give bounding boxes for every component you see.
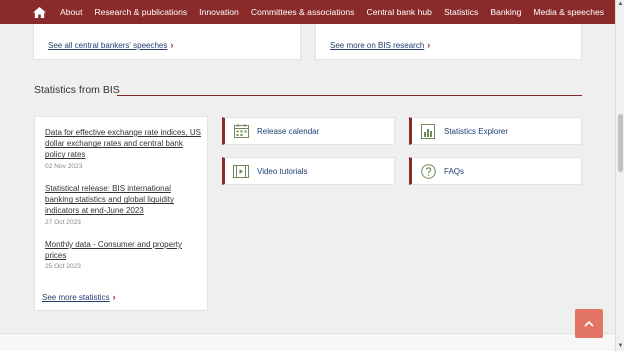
- nav-media-speeches[interactable]: Media & speeches: [527, 0, 610, 24]
- nav-about[interactable]: About: [54, 0, 88, 24]
- section-divider: [117, 95, 582, 96]
- top-navigation: About Research & publications Innovation…: [0, 0, 615, 24]
- release-calendar-tile[interactable]: Release calendar: [222, 117, 395, 145]
- see-more-research-label: See more on BIS research: [330, 41, 425, 50]
- calendar-icon: [233, 123, 249, 139]
- section-title: Statistics from BIS: [34, 84, 120, 96]
- faqs-tile[interactable]: FAQs: [409, 157, 582, 185]
- research-card: See more on BIS research ›: [315, 24, 582, 60]
- home-button[interactable]: [24, 0, 54, 24]
- nav-central-bank-hub[interactable]: Central bank hub: [360, 0, 437, 24]
- chevron-right-icon: ›: [427, 40, 431, 50]
- scroll-up-icon[interactable]: ▲: [617, 1, 624, 8]
- statistics-list-card: Data for effective exchange rate indices…: [34, 116, 208, 311]
- nav-innovation[interactable]: Innovation: [193, 0, 245, 24]
- chevron-right-icon: ›: [112, 292, 116, 302]
- list-item-title-link[interactable]: Statistical release: BIS international b…: [45, 183, 201, 217]
- question-icon: [420, 163, 436, 179]
- page-scrollbar[interactable]: ▲ ▼: [615, 0, 624, 351]
- back-to-top-button[interactable]: [575, 309, 603, 338]
- list-item: Data for effective exchange rate indices…: [45, 127, 201, 170]
- video-tutorials-label: Video tutorials: [257, 166, 308, 176]
- nav-research-publications[interactable]: Research & publications: [88, 0, 193, 24]
- see-all-speeches-label: See all central bankers' speeches: [48, 41, 168, 50]
- list-item-date: 02 Nov 2023: [45, 162, 83, 170]
- scrollbar-thumb[interactable]: [618, 114, 623, 172]
- footer-area: [0, 334, 615, 351]
- nav-statistics[interactable]: Statistics: [438, 0, 484, 24]
- scroll-down-icon[interactable]: ▼: [617, 343, 624, 350]
- list-item: Monthly data - Consumer and property pri…: [45, 239, 201, 270]
- speeches-card: See all central bankers' speeches ›: [33, 24, 301, 60]
- home-icon: [32, 6, 46, 18]
- video-tutorials-tile[interactable]: Video tutorials: [222, 157, 395, 185]
- statistics-explorer-label: Statistics Explorer: [444, 126, 509, 136]
- chevron-right-icon: ›: [170, 40, 174, 50]
- faqs-label: FAQs: [444, 166, 465, 176]
- chart-icon: [420, 123, 436, 139]
- statistics-explorer-tile[interactable]: Statistics Explorer: [409, 117, 582, 145]
- see-more-research-link[interactable]: See more on BIS research ›: [330, 40, 430, 50]
- list-item-date: 25 Oct 2023: [45, 263, 81, 271]
- list-item: Statistical release: BIS international b…: [45, 183, 201, 226]
- release-calendar-label: Release calendar: [257, 126, 320, 136]
- video-icon: [233, 163, 249, 179]
- nav-banking[interactable]: Banking: [484, 0, 527, 24]
- list-item-title-link[interactable]: Monthly data - Consumer and property pri…: [45, 239, 201, 261]
- see-more-statistics-label: See more statistics: [42, 293, 110, 302]
- nav-committees-associations[interactable]: Committees & associations: [245, 0, 361, 24]
- chevron-up-icon: [584, 320, 594, 327]
- see-all-speeches-link[interactable]: See all central bankers' speeches ›: [48, 40, 173, 50]
- list-item-title-link[interactable]: Data for effective exchange rate indices…: [45, 127, 201, 161]
- see-more-statistics-link[interactable]: See more statistics ›: [42, 292, 116, 302]
- list-item-date: 27 Oct 2023: [45, 218, 81, 226]
